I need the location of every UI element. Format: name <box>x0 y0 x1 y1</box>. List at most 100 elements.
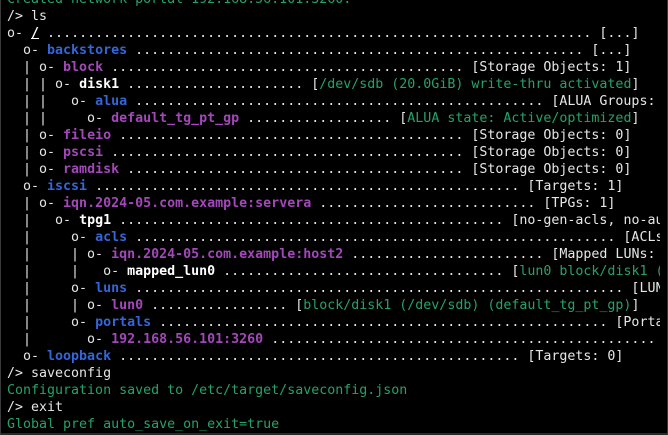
terminal-text: /> ls <box>7 9 48 24</box>
terminal-text: | o- <box>7 196 64 211</box>
terminal-text: /> exit <box>7 400 64 415</box>
terminal-text: portals <box>95 315 152 330</box>
terminal-text: Configuration saved to /etc/target/savec… <box>7 383 408 398</box>
terminal-text: block/disk1 (/dev/sdb) (default_tg_pt_gp… <box>303 298 632 313</box>
terminal-text: ........................................… <box>111 349 624 364</box>
terminal-line: o- / ...................................… <box>7 25 667 42</box>
terminal-text: ] <box>631 111 640 126</box>
terminal-line: | o- ramdisk ...........................… <box>7 161 667 178</box>
terminal-text: lun0 block/disk1 (rw) <box>519 264 667 279</box>
terminal-text: | | o- <box>7 77 80 92</box>
terminal-text: | | o- <box>7 247 112 262</box>
terminal-text: ........................................… <box>87 179 624 194</box>
terminal-text: iqn.2024-05.com.example:servera <box>63 196 312 211</box>
terminal-text: iscsi <box>47 179 88 194</box>
terminal-line: | o- acls ..............................… <box>7 229 667 246</box>
terminal-line: | o- portals ...........................… <box>7 314 667 331</box>
terminal-text: | | o- <box>7 298 112 313</box>
terminal-line: Created network portal 192.168.56.101:32… <box>7 0 667 8</box>
terminal-line: | | o- alua ............................… <box>7 93 667 110</box>
terminal-text: | o- <box>7 145 64 160</box>
terminal-window[interactable]: Created network portal 192.168.56.101:32… <box>0 0 668 435</box>
terminal-text: | o- <box>7 230 96 245</box>
terminal-text: tpg1 <box>79 213 112 228</box>
terminal-text: o- <box>7 179 48 194</box>
terminal-line: | o- block .............................… <box>7 59 667 76</box>
terminal-text: ........................................… <box>111 128 632 143</box>
terminal-text: | o- <box>7 281 96 296</box>
terminal-text: pscsi <box>63 145 104 160</box>
terminal-text: .................. [ <box>239 111 408 126</box>
terminal-line: | | o- mapped_lun0 .....................… <box>7 263 667 280</box>
terminal-line: | o- 192.168.56.101:3260 ...............… <box>7 331 667 348</box>
terminal-line: | o- luns ..............................… <box>7 280 667 297</box>
scrollbar[interactable] <box>660 0 667 435</box>
terminal-text: default_tg_pt_gp <box>111 111 240 126</box>
terminal-text: ........................................… <box>127 94 667 109</box>
terminal-text: lun0 <box>111 298 144 313</box>
terminal-line: o- iscsi ...............................… <box>7 178 667 195</box>
terminal-text: ........................................… <box>119 162 632 177</box>
terminal-line: o- backstores ..........................… <box>7 42 667 59</box>
terminal-text: ...................... [ <box>119 77 320 92</box>
terminal-text: ........................................… <box>39 26 640 41</box>
terminal-text: ........................................… <box>127 230 667 245</box>
terminal-text: disk1 <box>79 77 120 92</box>
terminal-text: o- <box>7 26 32 41</box>
terminal-text: o- <box>7 43 48 58</box>
terminal-text: ........................................… <box>263 332 667 347</box>
terminal-text: /dev/sdb (20.0GiB) write-thru activated <box>319 77 632 92</box>
terminal-text: | o- <box>7 162 64 177</box>
terminal-text: Created network portal 192.168.56.101:32… <box>7 0 351 7</box>
terminal-text: | o- <box>7 128 64 143</box>
terminal-text: block <box>63 60 104 75</box>
terminal-line: Configuration saved to /etc/target/savec… <box>7 382 667 399</box>
terminal-line: | | o- default_tg_pt_gp ................… <box>7 110 667 127</box>
terminal-text: | | o- <box>7 111 112 126</box>
terminal-line: /> exit <box>7 399 667 416</box>
terminal-line: | | o- disk1 ...................... [/de… <box>7 76 667 93</box>
terminal-text: iqn.2024-05.com.example:host2 <box>111 247 344 262</box>
terminal-text: ........................ [Mapped LUNs: 1… <box>343 247 667 262</box>
terminal-text: ] <box>631 298 640 313</box>
terminal-line: o- loopback ............................… <box>7 348 667 365</box>
terminal-line: | o- tpg1 ..............................… <box>7 212 667 229</box>
terminal-line: Global pref auto_save_on_exit=true <box>7 416 667 433</box>
terminal-text: ........................................… <box>127 43 632 58</box>
terminal-text: ........................................… <box>103 145 632 160</box>
terminal-text: | | o- <box>7 94 96 109</box>
terminal-line: /> ls <box>7 8 667 25</box>
terminal-text: | o- <box>7 213 80 228</box>
terminal-text: ................................... [ <box>215 264 520 279</box>
terminal-line: | o- pscsi .............................… <box>7 144 667 161</box>
terminal-text: mapped_lun0 <box>127 264 216 279</box>
terminal-text: ........................... [TPGs: 1] <box>311 196 616 211</box>
terminal-output: Created network portal 192.168.56.101:32… <box>7 0 667 433</box>
terminal-text: /> saveconfig <box>7 366 112 381</box>
terminal-text: acls <box>95 230 128 245</box>
terminal-text: | | o- <box>7 264 128 279</box>
terminal-text: | o- <box>7 332 112 347</box>
terminal-text: loopback <box>47 349 112 364</box>
terminal-text: ................. [ <box>143 298 304 313</box>
terminal-line: | o- fileio ............................… <box>7 127 667 144</box>
terminal-text: ........................................… <box>151 315 667 330</box>
terminal-text: Global pref auto_save_on_exit=true <box>7 417 280 432</box>
terminal-text: ] <box>631 77 640 92</box>
terminal-text: fileio <box>63 128 112 143</box>
terminal-text: 192.168.56.101:3260 <box>111 332 264 347</box>
terminal-text: alua <box>95 94 128 109</box>
terminal-line: /> saveconfig <box>7 365 667 382</box>
terminal-text: | o- <box>7 315 96 330</box>
terminal-line: | o- iqn.2024-05.com.example:servera ...… <box>7 195 667 212</box>
terminal-text: | o- <box>7 60 64 75</box>
terminal-line: | | o- iqn.2024-05.com.example:host2 ...… <box>7 246 667 263</box>
terminal-text: ramdisk <box>63 162 120 177</box>
terminal-line: | | o- lun0 ................. [block/dis… <box>7 297 667 314</box>
terminal-text: luns <box>95 281 128 296</box>
terminal-text: backstores <box>47 43 128 58</box>
terminal-text: ........................................… <box>127 281 667 296</box>
terminal-text: / <box>31 26 40 41</box>
terminal-text: ........................................… <box>111 213 667 228</box>
terminal-text: ........................................… <box>103 60 632 75</box>
